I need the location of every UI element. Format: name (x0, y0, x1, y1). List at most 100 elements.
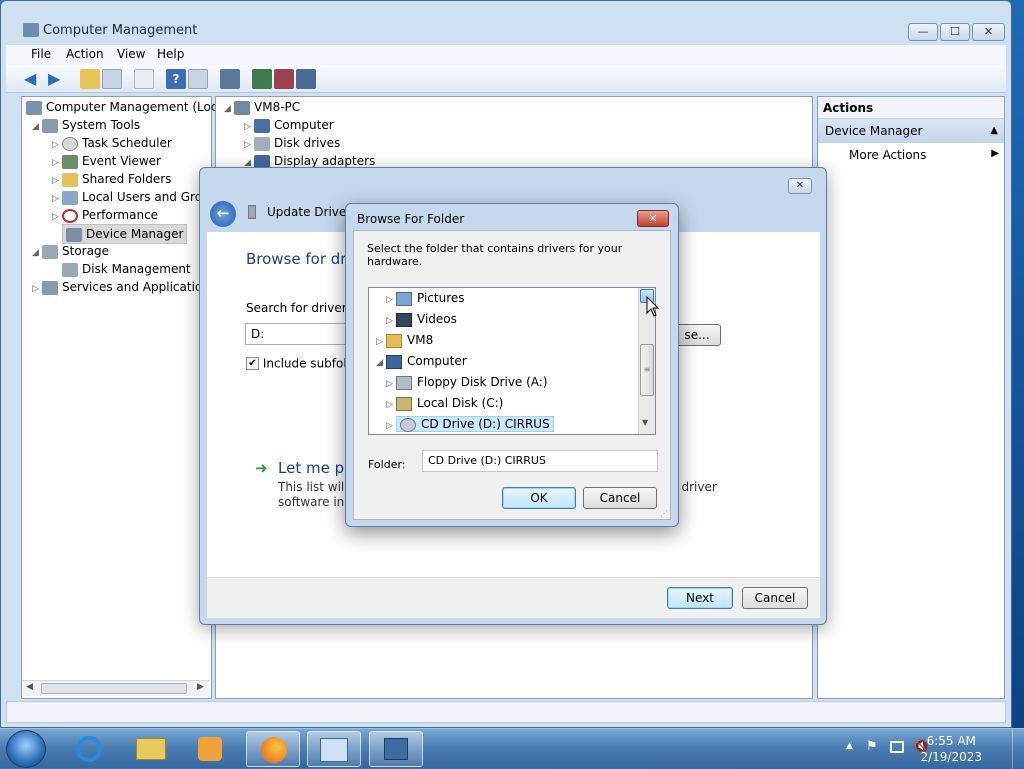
event-viewer-icon (62, 154, 78, 169)
shared-folder-icon (62, 172, 78, 187)
pick-description: software in t (278, 495, 353, 509)
folder-item[interactable]: ▷ VM8 (376, 330, 433, 350)
expand-arrow-icon[interactable]: ▷ (32, 280, 42, 298)
browse-button[interactable]: se... (673, 324, 721, 346)
mouse-cursor-icon (646, 296, 660, 317)
menu-view[interactable]: View (117, 47, 145, 61)
close-button[interactable]: ✕ (788, 178, 812, 194)
disable-icon[interactable] (296, 69, 316, 89)
scroll-down-icon[interactable]: ▼ (642, 418, 648, 427)
scroll-right-icon[interactable]: ▶ (197, 682, 204, 692)
folder-item[interactable]: ▷ Floppy Disk Drive (A:) (386, 372, 548, 392)
tree-item[interactable]: Disk Management (52, 260, 191, 278)
actions-header: Actions (818, 97, 1004, 119)
user-folder-icon (386, 333, 402, 348)
menu-action[interactable]: Action (66, 47, 104, 61)
close-button[interactable]: ✕ (637, 210, 669, 227)
disk-icon (62, 262, 78, 277)
network-icon[interactable] (890, 741, 904, 753)
floppy-icon (396, 375, 412, 390)
expand-arrow-icon[interactable]: ◢ (32, 244, 42, 262)
taskbar: ▲ ⚑ 🔇 6:55 AM 2/19/2023 (0, 728, 1024, 769)
show-desktop-button[interactable] (1012, 729, 1024, 769)
internet-explorer-icon[interactable] (62, 731, 116, 767)
device-manager-icon[interactable] (369, 731, 423, 767)
driver-icon (248, 205, 256, 219)
disk-drive-icon (254, 136, 270, 151)
minimize-button[interactable]: — (908, 23, 938, 41)
action-pane-icon[interactable] (188, 69, 208, 89)
services-icon (42, 280, 58, 295)
cancel-button[interactable]: Cancel (742, 587, 808, 609)
computer-icon (234, 100, 250, 115)
tree-item[interactable]: Computer Management (Local (26, 98, 228, 116)
maximize-button[interactable]: ☐ (940, 23, 970, 41)
firefox-icon[interactable] (246, 731, 300, 767)
collapse-icon[interactable]: ▲ (990, 119, 998, 143)
tree-item[interactable]: ▷ Shared Folders (52, 170, 171, 188)
computer-icon (386, 354, 402, 369)
checkbox-checked-icon[interactable]: ✔ (246, 357, 259, 370)
folder-label: Folder: (368, 458, 406, 471)
next-button[interactable]: Next (667, 587, 733, 609)
back-button[interactable]: ← (210, 201, 236, 227)
actions-section-device-manager[interactable]: Device Manager ▲ (818, 119, 1004, 143)
media-player-icon[interactable] (184, 731, 238, 767)
folder-item[interactable]: ◢ Computer (376, 351, 467, 371)
navigation-tree: Computer Management (Local ◢ System Tools… (21, 96, 228, 699)
tree-item[interactable]: ▷ Services and Applications (32, 278, 216, 296)
device-category[interactable]: ▷ Computer (244, 116, 334, 134)
close-button[interactable]: ✕ (972, 23, 1005, 41)
tree-item-selected[interactable]: Device Manager (52, 224, 188, 244)
computer-management-icon[interactable] (307, 731, 361, 767)
forward-icon[interactable]: ▶ (48, 69, 68, 89)
folder-input[interactable]: CD Drive (D:) CIRRUS (422, 450, 658, 472)
pictures-folder-icon (396, 291, 412, 306)
menu-bar: File Action View Help (6, 45, 1006, 65)
show-hidden-icons[interactable]: ▲ (846, 741, 853, 751)
cancel-button[interactable]: Cancel (583, 487, 657, 509)
folder-item-selected[interactable]: ▷ CD Drive (D:) CIRRUS (386, 414, 554, 434)
expand-arrow-icon[interactable]: ◢ (32, 118, 42, 136)
update-driver-icon[interactable] (252, 69, 272, 89)
menu-help[interactable]: Help (157, 47, 184, 61)
menu-file[interactable]: File (31, 47, 51, 61)
instruction-text: Select the folder that contains drivers … (367, 242, 623, 268)
tree-item[interactable]: ▷ Task Scheduler (52, 134, 172, 152)
scroll-left-icon[interactable]: ◀ (26, 682, 33, 692)
clock-icon (62, 136, 78, 151)
tree-item[interactable]: ◢ Storage (32, 242, 109, 260)
device-root[interactable]: ◢ VM8-PC (224, 98, 300, 116)
up-folder-icon[interactable] (80, 69, 100, 89)
horizontal-scrollbar[interactable]: ◀ ▶ (23, 680, 209, 696)
start-button[interactable] (6, 730, 46, 768)
tree-item[interactable]: ◢ System Tools (32, 116, 140, 134)
help-icon[interactable]: ? (166, 69, 186, 89)
computer-management-icon (26, 100, 42, 115)
cd-drive-icon (400, 417, 416, 432)
more-actions[interactable]: More Actions ▶ (849, 148, 999, 162)
scroll-thumb[interactable]: ≡ (640, 344, 654, 396)
tree-item[interactable]: ▷ Local Users and Group (52, 188, 217, 206)
title-bar[interactable]: Computer Management — ☐ ✕ (1, 1, 1011, 45)
folder-item[interactable]: ▷ Pictures (386, 288, 465, 308)
properties-icon[interactable] (134, 69, 154, 89)
ok-button[interactable]: OK (502, 487, 576, 509)
show-tree-icon[interactable] (102, 69, 122, 89)
clock[interactable]: 6:55 AM 2/19/2023 (920, 733, 982, 765)
resize-grip-icon[interactable]: ⋰ (660, 509, 668, 518)
local-disk-icon (396, 396, 412, 411)
tree-item[interactable]: ▷ Event Viewer (52, 152, 161, 170)
scan-hardware-icon[interactable] (220, 69, 240, 89)
folder-item[interactable]: ▷ Local Disk (C:) (386, 393, 503, 413)
back-icon[interactable]: ◀ (24, 69, 44, 89)
device-category[interactable]: ▷ Disk drives (244, 134, 340, 152)
explorer-icon[interactable] (124, 731, 178, 767)
action-center-icon[interactable]: ⚑ (866, 739, 878, 754)
dialog-title: Browse For Folder (357, 212, 465, 226)
folder-item[interactable]: ▷ Videos (386, 309, 457, 329)
scroll-thumb[interactable] (41, 683, 187, 694)
uninstall-icon[interactable] (274, 69, 294, 89)
videos-folder-icon (396, 312, 412, 327)
tree-item[interactable]: ▷ Performance (52, 206, 158, 224)
